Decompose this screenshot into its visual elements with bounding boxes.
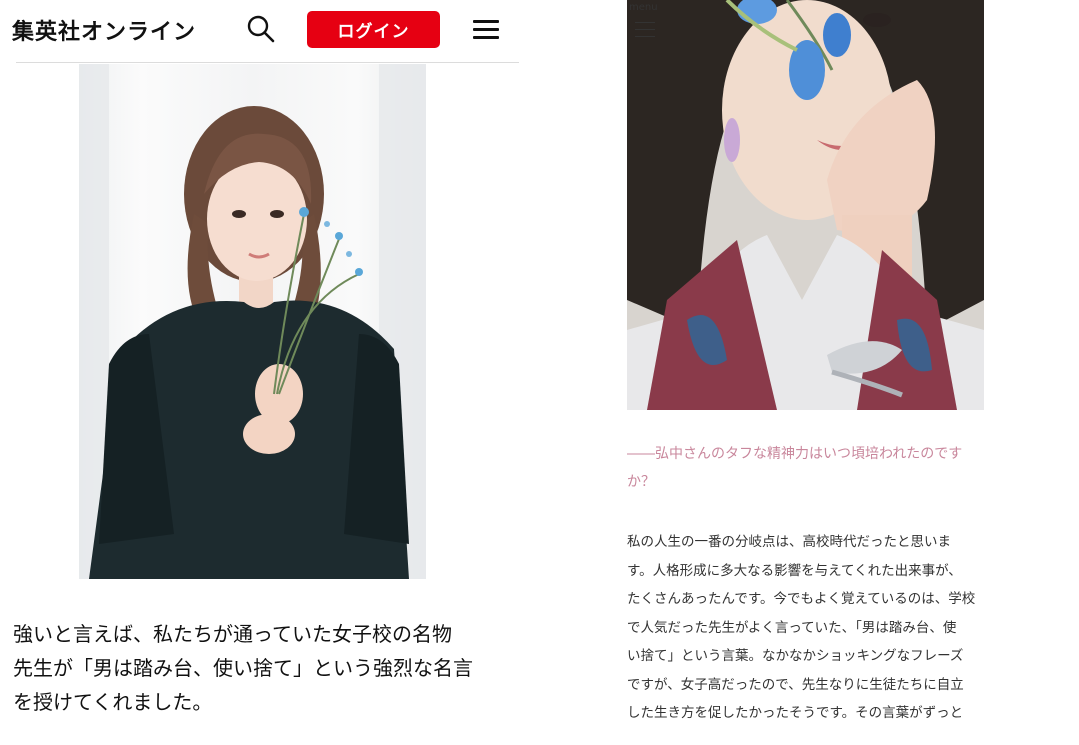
article-photo-left xyxy=(79,64,426,579)
right-panel: menu ――弘中さんのタフな精神力はいつ頃培われたのです か？ 私の人生の一番… xyxy=(530,0,1079,745)
site-logo[interactable]: 集英社オンライン xyxy=(12,14,196,46)
interview-answer: 私の人生の一番の分岐点は、高校時代だったと思いま す。人格形成に多大なる影響を与… xyxy=(627,528,987,728)
left-panel: 集英社オンライン ログイン 強いと言えば、私たちが通っていた女子校の名物 先生が… xyxy=(0,0,530,745)
answer-line: い捨て」という言葉。なかなかショッキングなフレーズ xyxy=(627,648,964,664)
text-line: を授けてくれました。 xyxy=(13,690,213,714)
text-line: 強いと言えば、私たちが通っていた女子校の名物 xyxy=(13,622,452,646)
hamburger-menu-icon xyxy=(635,22,655,43)
login-button[interactable]: ログイン xyxy=(307,11,440,48)
search-icon[interactable] xyxy=(246,14,276,44)
site-header: 集英社オンライン ログイン xyxy=(0,0,530,62)
header-divider xyxy=(16,62,519,63)
interview-question: ――弘中さんのタフな精神力はいつ頃培われたのです か？ xyxy=(627,440,987,496)
answer-line: で人気だった先生がよく言っていた、「男は踏み台、使 xyxy=(627,619,957,636)
answer-line: す。人格形成に多大なる影響を与えてくれた出来事が、 xyxy=(627,562,962,579)
answer-line: した生き方を促したかったそうです。その言葉がずっと xyxy=(627,705,964,721)
answer-line: 私の人生の一番の分岐点は、高校時代だったと思いま xyxy=(627,534,951,550)
menu-overlay-button[interactable]: menu xyxy=(629,2,663,42)
text-line: 先生が「男は踏み台、使い捨て」という強烈な名言 xyxy=(13,656,473,680)
answer-line: たくさんあったんです。今でもよく覚えているのは、学校 xyxy=(627,591,976,607)
answer-line: ですが、女子高だったので、先生なりに生徒たちに自立 xyxy=(627,676,964,693)
article-photo-right xyxy=(627,0,984,410)
article-body-left: 強いと言えば、私たちが通っていた女子校の名物 先生が「男は踏み台、使い捨て」とい… xyxy=(13,617,513,719)
question-line: か？ xyxy=(627,474,655,490)
hamburger-menu-icon[interactable] xyxy=(473,20,499,40)
question-line: ――弘中さんのタフな精神力はいつ頃培われたのです xyxy=(627,446,963,462)
menu-label: menu xyxy=(629,2,658,13)
